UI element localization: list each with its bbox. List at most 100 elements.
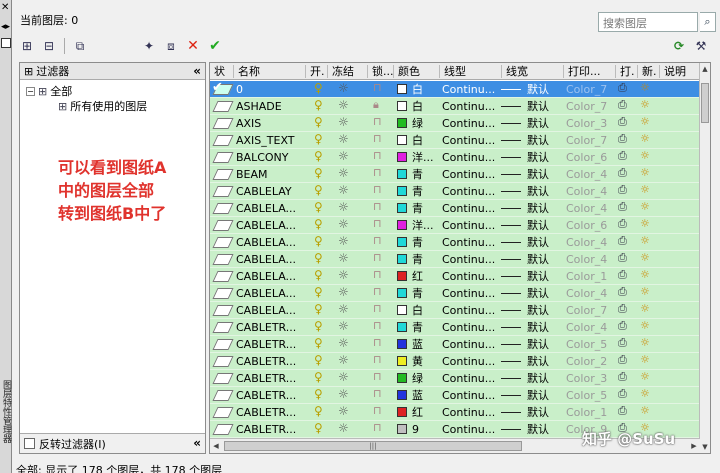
plot-style[interactable]: Color_2 [566, 353, 607, 370]
plot-style[interactable]: Color_1 [566, 404, 607, 421]
bulb-icon[interactable]: ♀ [314, 302, 323, 316]
layer-name[interactable]: CABLETR... [236, 353, 296, 370]
lineweight[interactable]: 默认 [527, 251, 549, 268]
layer-name[interactable]: CABLETR... [236, 421, 296, 438]
bulb-icon[interactable]: ♀ [314, 353, 323, 367]
linetype[interactable]: Continu... [442, 115, 495, 132]
sun-icon[interactable]: ☼ [338, 98, 349, 112]
linetype[interactable]: Continu... [442, 387, 495, 404]
table-row[interactable]: CABLETR... ♀ ☼ ⊓ 黄 Continu... 默认 Color_2 ⎙ ☼ [210, 353, 700, 370]
linetype[interactable]: Continu... [442, 200, 495, 217]
linetype[interactable]: Continu... [442, 81, 495, 98]
refresh-icon[interactable]: ⟳ [670, 37, 688, 55]
printer-icon[interactable]: ⎙ [618, 115, 627, 129]
layer-name[interactable]: CABLETR... [236, 387, 296, 404]
layer-states-icon[interactable]: ⧉ [71, 37, 89, 55]
column-divider[interactable] [439, 65, 440, 78]
color-swatch[interactable] [397, 237, 407, 247]
printer-icon[interactable]: ⎙ [618, 234, 627, 248]
unlock-icon[interactable]: ⊓ [373, 234, 382, 247]
column-divider[interactable] [659, 65, 660, 78]
color-name[interactable]: 青 [412, 285, 423, 302]
bulb-icon[interactable]: ♀ [314, 336, 323, 350]
lineweight[interactable]: 默认 [527, 421, 549, 438]
scroll-thumb[interactable]: ||| [224, 441, 522, 451]
unlock-icon[interactable]: ⊓ [373, 217, 382, 230]
printer-icon[interactable]: ⎙ [618, 319, 627, 333]
column-header[interactable]: 名称 [236, 63, 260, 80]
linetype[interactable]: Continu... [442, 217, 495, 234]
sun-icon[interactable]: ☼ [338, 217, 349, 231]
scroll-right-icon[interactable]: ▶ [688, 439, 700, 453]
sun-icon[interactable]: ☼ [338, 353, 349, 367]
new-vp-freeze-icon[interactable]: ☼ [640, 98, 650, 111]
color-swatch[interactable] [397, 390, 407, 400]
linetype[interactable]: Continu... [442, 251, 495, 268]
new-vp-freeze-icon[interactable]: ☼ [640, 268, 650, 281]
lineweight[interactable]: 默认 [527, 302, 549, 319]
color-name[interactable]: 青 [412, 234, 423, 251]
printer-icon[interactable]: ⎙ [618, 404, 627, 418]
sun-icon[interactable]: ☼ [338, 370, 349, 384]
lineweight[interactable]: 默认 [527, 336, 549, 353]
lineweight[interactable]: 默认 [527, 387, 549, 404]
vertical-scrollbar[interactable]: ▲ ▼ [699, 63, 710, 453]
layer-name[interactable]: CABLETR... [236, 404, 296, 421]
color-swatch[interactable] [397, 356, 407, 366]
plot-style[interactable]: Color_7 [566, 302, 607, 319]
column-divider[interactable] [615, 65, 616, 78]
column-header[interactable]: 颜色 [396, 63, 420, 80]
wrench-icon[interactable]: ⚒ [692, 37, 710, 55]
color-swatch[interactable] [397, 322, 407, 332]
new-vp-freeze-icon[interactable]: ☼ [640, 336, 650, 349]
printer-icon[interactable]: ⎙ [618, 285, 627, 299]
column-divider[interactable] [367, 65, 368, 78]
linetype[interactable]: Continu... [442, 149, 495, 166]
sun-icon[interactable]: ☼ [338, 115, 349, 129]
color-swatch[interactable] [397, 169, 407, 179]
color-name[interactable]: 白 [412, 81, 423, 98]
bulb-icon[interactable]: ♀ [314, 319, 323, 333]
linetype[interactable]: Continu... [442, 183, 495, 200]
layer-name[interactable]: CABLETR... [236, 319, 296, 336]
sun-icon[interactable]: ☼ [338, 200, 349, 214]
printer-icon[interactable]: ⎙ [618, 302, 627, 316]
color-swatch[interactable] [397, 186, 407, 196]
unlock-icon[interactable]: ⊓ [373, 370, 382, 383]
plot-style[interactable]: Color_7 [566, 132, 607, 149]
lineweight[interactable]: 默认 [527, 217, 549, 234]
printer-icon[interactable]: ⎙ [618, 183, 627, 197]
sun-icon[interactable]: ☼ [338, 285, 349, 299]
plot-style[interactable]: Color_4 [566, 183, 607, 200]
layer-name[interactable]: 0 [236, 81, 243, 98]
sun-icon[interactable]: ☼ [338, 336, 349, 350]
unlock-icon[interactable]: ⊓ [373, 200, 382, 213]
table-row[interactable]: AXIS ♀ ☼ ⊓ 绿 Continu... 默认 Color_3 ⎙ ☼ [210, 115, 700, 132]
sun-icon[interactable]: ☼ [338, 319, 349, 333]
color-name[interactable]: 蓝 [412, 387, 423, 404]
sun-icon[interactable]: ☼ [338, 183, 349, 197]
column-header[interactable]: 线宽 [504, 63, 528, 80]
bulb-icon[interactable]: ♀ [314, 285, 323, 299]
linetype[interactable]: Continu... [442, 98, 495, 115]
plot-style[interactable]: Color_4 [566, 285, 607, 302]
sun-icon[interactable]: ☼ [338, 81, 349, 95]
unlock-icon[interactable]: ⊓ [373, 81, 382, 94]
lineweight[interactable]: 默认 [527, 234, 549, 251]
bulb-icon[interactable]: ♀ [314, 98, 323, 112]
new-vp-freeze-icon[interactable]: ☼ [640, 132, 650, 145]
color-name[interactable]: 白 [412, 98, 423, 115]
table-row[interactable]: CABLELA... ♀ ☼ ⊓ 红 Continu... 默认 Color_1 ⎙ ☼ [210, 268, 700, 285]
column-header[interactable]: 状 [212, 63, 225, 80]
new-vp-freeze-icon[interactable]: ☼ [640, 81, 650, 94]
column-header[interactable]: 打. [618, 63, 635, 80]
table-row[interactable]: AXIS_TEXT ♀ ☼ ⊓ 白 Continu... 默认 Color_7 ⎙ ☼ [210, 132, 700, 149]
layer-name[interactable]: CABLELA... [236, 251, 296, 268]
color-name[interactable]: 蓝 [412, 336, 423, 353]
table-row[interactable]: BALCONY ♀ ☼ ⊓ 洋... Continu... 默认 Color_6 ⎙ ☼ [210, 149, 700, 166]
layer-name[interactable]: CABLELA... [236, 217, 296, 234]
linetype[interactable]: Continu... [442, 421, 495, 438]
table-row[interactable]: CABLELAY ♀ ☼ ⊓ 青 Continu... 默认 Color_4 ⎙ ☼ [210, 183, 700, 200]
column-header[interactable]: 打印... [566, 63, 601, 80]
layer-name[interactable]: CABLELA... [236, 268, 296, 285]
